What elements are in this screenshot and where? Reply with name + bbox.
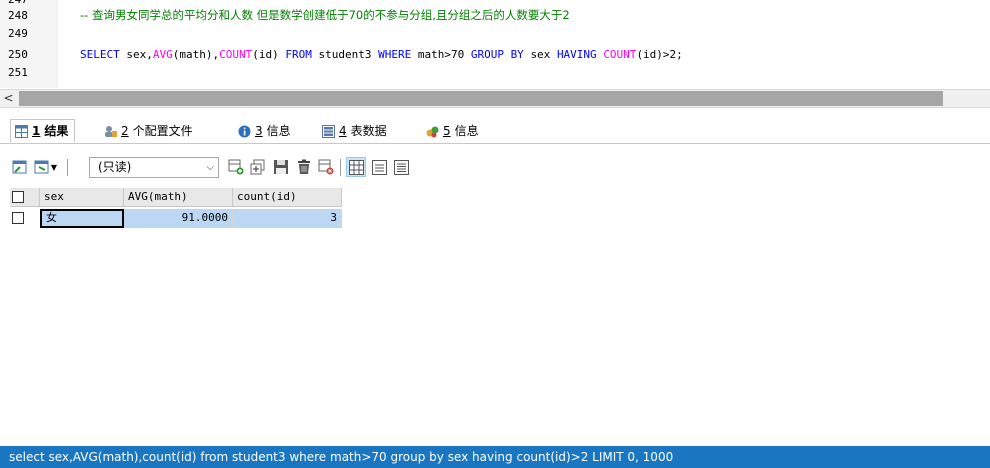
result-toolbar: ▼ (只读) ⌵ — [0, 153, 990, 181]
scrollbar-thumb[interactable] — [19, 91, 943, 106]
table-data-icon — [322, 124, 335, 138]
sql-identifier: (math), — [172, 48, 220, 61]
result-tabs: 1 结果 2 个配置文件 3 信息 4 表数据 5 信息 — [0, 116, 990, 144]
form-view-icon[interactable] — [369, 157, 389, 177]
sql-identifier: sex — [530, 48, 551, 61]
tab-number: 3 — [255, 124, 263, 138]
sql-function: AVG — [152, 48, 173, 61]
add-row-icon[interactable] — [226, 157, 246, 177]
tab-label: 信息 — [266, 124, 291, 138]
tab-label: 个配置文件 — [132, 124, 193, 138]
tab-info-2[interactable]: 5 信息 — [422, 119, 485, 143]
column-header-avg-math[interactable]: AVG(math) — [124, 188, 233, 207]
row-checkbox[interactable] — [12, 212, 24, 224]
sql-identifier: student3 — [318, 48, 372, 61]
tab-results[interactable]: 1 结果 — [10, 119, 76, 143]
sql-function: COUNT — [603, 48, 637, 61]
row-checkbox-cell[interactable] — [10, 209, 40, 228]
sql-keyword: SELECT — [80, 48, 120, 61]
select-all-checkbox[interactable] — [12, 191, 24, 203]
tab-number: 1 — [32, 124, 41, 138]
sql-keyword: GROUP BY — [470, 48, 524, 61]
tab-label: 结果 — [44, 124, 69, 138]
sql-identifier: sex, — [126, 48, 153, 61]
edit-mode-select[interactable]: (只读) ⌵ — [89, 157, 219, 178]
query-status-bar: select sex,AVG(math),count(id) from stud… — [0, 446, 990, 468]
delete-icon[interactable] — [294, 157, 314, 177]
dropdown-arrow-icon[interactable]: ▼ — [48, 157, 60, 177]
select-all-cell[interactable] — [10, 188, 40, 207]
export-icon[interactable] — [10, 157, 30, 177]
cell-count-id[interactable]: 3 — [233, 209, 342, 228]
tab-profiles[interactable]: 2 个配置文件 — [100, 119, 199, 143]
tab-label: 表数据 — [350, 124, 387, 138]
tab-info[interactable]: 3 信息 — [234, 119, 297, 143]
chevron-down-icon: ⌵ — [206, 162, 214, 173]
tab-number: 2 — [121, 124, 129, 138]
cell-avg-math[interactable]: 91.0000 — [124, 209, 233, 228]
text-view-icon[interactable] — [391, 157, 411, 177]
line-number: 251 — [8, 66, 28, 79]
grid-view-icon[interactable] — [346, 157, 366, 177]
sql-keyword: WHERE — [378, 48, 412, 61]
sql-function: COUNT — [219, 48, 253, 61]
line-number: 250 — [8, 48, 28, 61]
column-header-sex[interactable]: sex — [40, 188, 124, 207]
tab-number: 4 — [339, 124, 347, 138]
toolbar-separator — [340, 159, 341, 176]
line-number: 249 — [8, 27, 28, 40]
line-number: 247 — [8, 0, 48, 7]
tab-number: 5 — [443, 124, 451, 138]
info-color-icon — [426, 126, 439, 137]
sql-editor[interactable]: 247 248 -- 查询男女同学总的平均分和人数 但是数学创建低于70的不参与… — [0, 0, 990, 88]
duplicate-row-icon[interactable] — [248, 157, 268, 177]
column-header-count-id[interactable]: count(id) — [233, 188, 342, 207]
scroll-left-button[interactable]: < — [0, 90, 17, 107]
toolbar-separator — [67, 159, 68, 176]
tabs-divider — [0, 143, 990, 144]
line-number: 248 — [8, 9, 28, 22]
info-icon — [238, 125, 251, 137]
result-grid-icon — [15, 124, 28, 138]
cell-sex[interactable]: 女 — [40, 209, 124, 228]
save-icon[interactable] — [271, 157, 291, 177]
edit-mode-value: (只读) — [98, 160, 132, 174]
sql-comment: -- 查询男女同学总的平均分和人数 但是数学创建低于70的不参与分组,且分组之后… — [80, 8, 570, 22]
editor-horizontal-scrollbar[interactable]: < — [0, 89, 990, 108]
sql-identifier: math>70 — [417, 48, 465, 61]
sql-identifier: (id) — [252, 48, 279, 61]
tab-table-data[interactable]: 4 表数据 — [318, 119, 393, 143]
refresh-icon[interactable] — [316, 157, 336, 177]
tab-label: 信息 — [454, 124, 479, 138]
sql-statement: SELECT sex,AVG(math),COUNT(id) FROM stud… — [80, 47, 683, 62]
profile-icon — [105, 125, 117, 137]
sql-keyword: FROM — [285, 48, 312, 61]
sql-keyword: HAVING — [556, 48, 597, 61]
sql-identifier: (id)>2; — [636, 48, 683, 61]
